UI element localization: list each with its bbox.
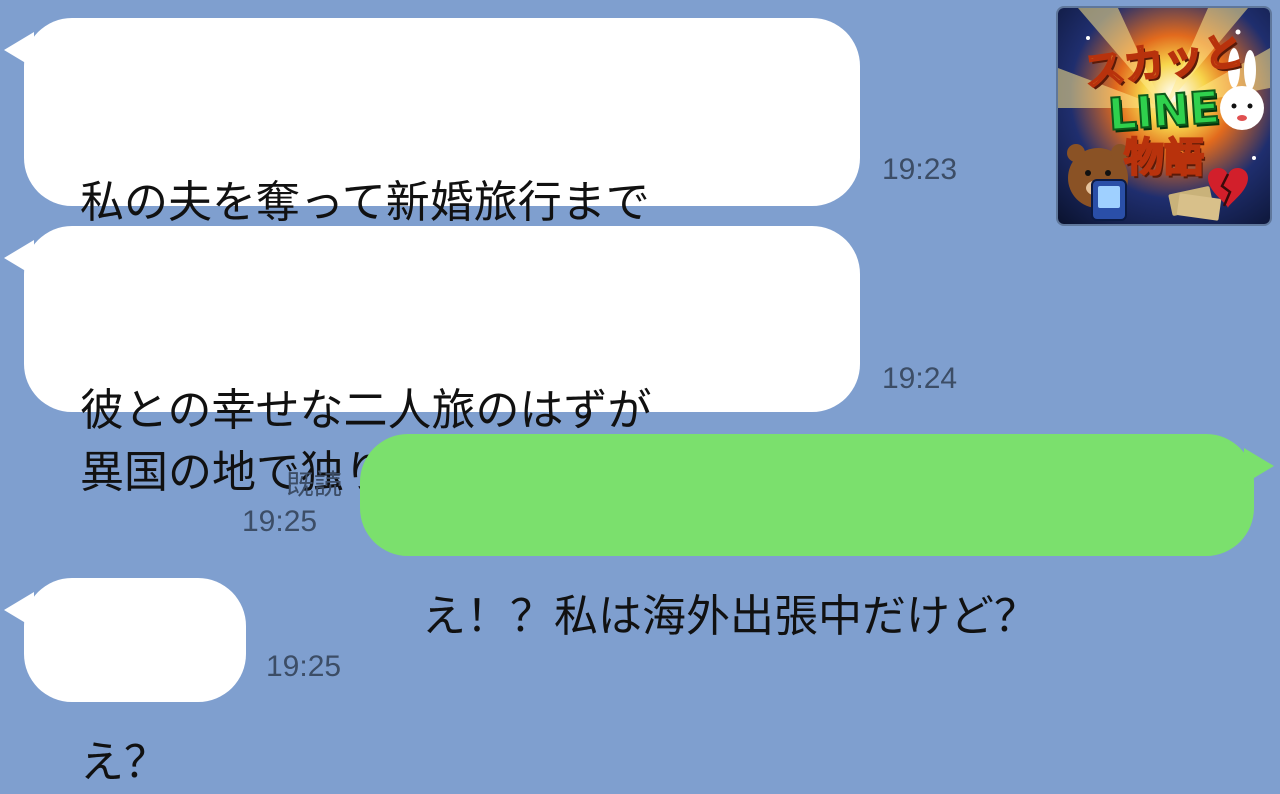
message-timestamp: 19:25 [266,650,342,683]
bubble-tail [1244,448,1274,484]
bubble-tail [4,240,34,276]
message-timestamp: 19:23 [882,153,958,186]
message-timestamp: 19:24 [882,362,958,395]
bubble-tail [4,592,34,628]
message-bubble-incoming[interactable]: え？ [4,578,246,788]
message-text: え？ [80,737,168,788]
message-bubble-incoming[interactable]: 彼との幸せな二人旅のはずが 異国の地で独りぼっちだよ… [4,226,860,498]
message-timestamp: 19:25 [242,505,318,538]
message-text: え！？私は海外出張中だけど？ [422,591,1038,642]
channel-logo: スカッと LINE 物語 [1058,8,1270,224]
bubble-tail [4,32,34,68]
message-bubble-incoming[interactable]: 私の夫を奪って新婚旅行まで 乗っ取るなんてどうして！？ [4,18,860,290]
read-receipt: 既読 [285,468,342,501]
logo-title-line3: 物語 [1123,135,1205,181]
message-bubble-outgoing[interactable]: え！？私は海外出張中だけど？ [360,434,1274,642]
